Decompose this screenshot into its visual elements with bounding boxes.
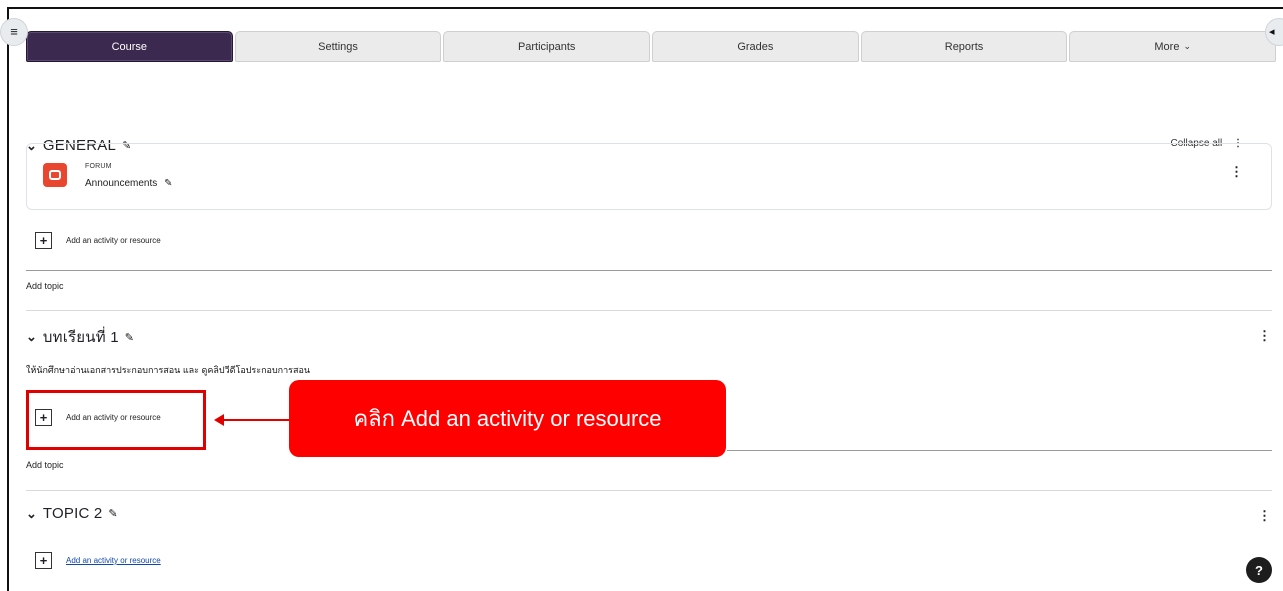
kebab-menu-icon[interactable]: ⋮ xyxy=(1258,508,1271,524)
section-lesson1-header: ⌄ บทเรียนที่ 1 ✎ xyxy=(26,325,134,349)
forum-icon xyxy=(43,163,67,187)
help-icon[interactable]: ? xyxy=(1246,557,1272,583)
tab-settings-label: Settings xyxy=(318,40,358,53)
section-title: TOPIC 2 xyxy=(42,505,103,522)
add-activity-button[interactable]: + Add an activity or resource xyxy=(35,552,161,569)
collapse-chevron-icon[interactable]: ⌄ xyxy=(26,506,37,522)
plus-icon: + xyxy=(35,232,52,249)
tab-course[interactable]: Course xyxy=(26,31,233,62)
tab-participants[interactable]: Participants xyxy=(443,31,651,62)
tab-grades-label: Grades xyxy=(737,40,774,53)
tab-grades[interactable]: Grades xyxy=(652,31,859,62)
secondary-navigation: Course Settings Participants Grades Repo… xyxy=(26,31,1278,62)
activity-name[interactable]: Announcements ✎ xyxy=(85,178,172,189)
tab-more[interactable]: More ⌄ xyxy=(1069,31,1277,62)
highlight-box xyxy=(26,390,206,450)
tab-reports[interactable]: Reports xyxy=(860,31,1068,62)
page-frame xyxy=(7,7,1283,591)
kebab-menu-icon[interactable]: ⋮ xyxy=(1230,164,1243,180)
activity-type: FORUM xyxy=(85,163,112,170)
course-index-toggle-icon[interactable]: ≡ xyxy=(0,18,28,46)
activity-name-text: Announcements xyxy=(85,178,158,189)
edit-pencil-icon[interactable]: ✎ xyxy=(125,331,134,344)
section-divider xyxy=(727,450,1272,451)
tab-more-label: More xyxy=(1154,40,1180,53)
add-topic-link[interactable]: Add topic xyxy=(26,281,64,291)
add-topic-link[interactable]: Add topic xyxy=(26,460,64,470)
add-activity-button[interactable]: + Add an activity or resource xyxy=(35,232,161,249)
kebab-menu-icon[interactable]: ⋮ xyxy=(1258,328,1271,344)
collapse-chevron-icon[interactable]: ⌄ xyxy=(26,329,37,345)
tab-participants-label: Participants xyxy=(517,40,576,53)
section-summary: ให้นักศึกษาอ่านเอกสารประกอบการสอน และ ดู… xyxy=(26,365,311,375)
section-divider xyxy=(26,310,1272,311)
plus-icon: + xyxy=(35,552,52,569)
add-activity-label: Add an activity or resource xyxy=(66,236,161,245)
section-divider xyxy=(26,270,1272,271)
tab-settings[interactable]: Settings xyxy=(234,31,442,62)
arrow-line xyxy=(222,419,290,421)
tab-reports-label: Reports xyxy=(944,40,984,53)
section-title: บทเรียนที่ 1 xyxy=(42,329,119,346)
add-activity-label: Add an activity or resource xyxy=(66,556,161,565)
tab-course-label: Course xyxy=(111,40,148,53)
chevron-down-icon: ⌄ xyxy=(1183,41,1191,51)
edit-pencil-icon[interactable]: ✎ xyxy=(164,178,172,189)
section-topic2-header: ⌄ TOPIC 2 ✎ xyxy=(26,505,118,522)
instruction-callout: คลิก Add an activity or resource xyxy=(289,380,726,457)
activity-card-forum[interactable]: FORUM Announcements ✎ ⋮ xyxy=(26,143,1272,210)
edit-pencil-icon[interactable]: ✎ xyxy=(108,507,117,520)
section-divider xyxy=(26,490,1272,491)
